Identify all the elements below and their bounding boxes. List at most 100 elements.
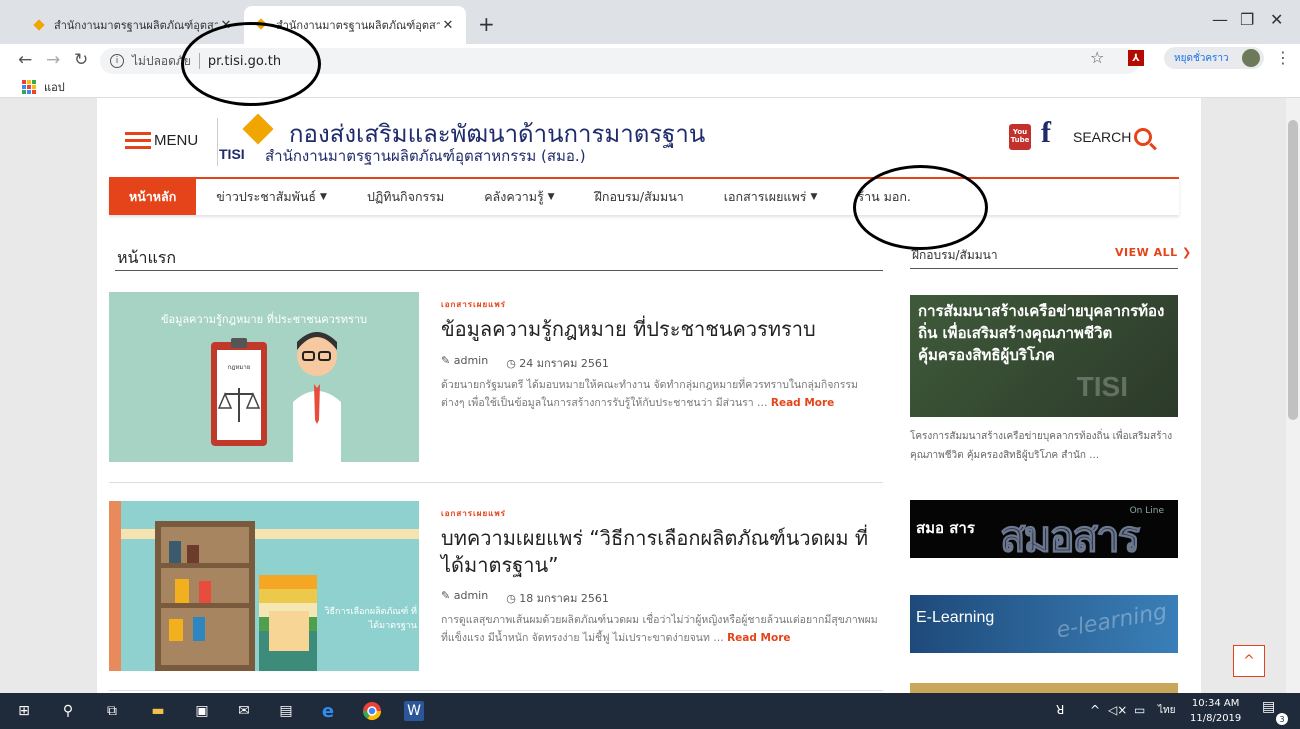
view-all-link[interactable]: VIEW ALL ❯ [1115,246,1192,259]
thumbnail-caption: วิธีการเลือกผลิตภัณฑ์ ที่ได้มาตรฐาน [324,607,417,632]
post-category[interactable]: เอกสารเผยแพร่ [441,298,506,311]
youtube-icon[interactable]: You Tube [1009,124,1031,150]
annotation-circle [853,165,988,250]
new-tab-button[interactable]: + [478,12,495,36]
back-icon[interactable]: ← [18,50,32,70]
nav-documents[interactable]: เอกสารเผยแพร่ ▼ [704,179,838,215]
clipboard-person-illustration [211,332,341,462]
restore-icon[interactable]: ❐ [1240,10,1254,29]
windows-taskbar: ⊞ ⚲ ⧉ ▬ ▣ ✉ ▤ e W ꓤ ^ ◁× ▭ ไทย 10:34 AM … [0,693,1300,729]
featured-training-card[interactable]: การสัมมนาสร้างเครือข่ายบุคลากรท้องถิ่น เ… [910,295,1178,417]
sidebar-underline [910,268,1178,269]
search-icon[interactable]: ⚲ [58,701,78,721]
site-container: MENU กองส่งเสริมและพัฒนาด้านการมาตรฐาน T… [97,98,1265,693]
store-icon[interactable]: ▣ [192,701,212,721]
nav-news[interactable]: ข่าวประชาสัมพันธ์ ▼ [196,179,347,215]
facebook-icon[interactable]: f [1041,116,1051,150]
reload-icon[interactable]: ↻ [74,50,88,70]
post-date: ◷ 24 มกราคม 2561 [506,357,609,370]
clipboard-label: กฎหมาย [227,364,251,371]
menu-button[interactable]: MENU [125,128,198,153]
page-viewport: MENU กองส่งเสริมและพัฒนาด้านการมาตรฐาน T… [0,98,1300,693]
apps-grid-icon[interactable] [22,79,36,94]
nav-knowledge[interactable]: คลังความรู้ ▼ [464,179,574,215]
back-to-top-button[interactable]: ^ [1233,645,1265,677]
section-title: หน้าแรก [117,248,177,267]
sidebar-banner[interactable] [910,683,1178,693]
logo-tisi-text: TISI [219,146,245,162]
tray-expand-icon[interactable]: ^ [1090,703,1100,717]
chevron-up-icon: ^ [1243,653,1255,669]
volume-muted-icon[interactable]: ◁× [1108,703,1127,717]
post-author[interactable]: ✎ admin [441,589,488,607]
shelf-products-illustration [109,501,419,671]
app-icon[interactable]: ▤ [276,701,296,721]
annotation-circle [181,22,321,106]
featured-watermark: TISI [1076,371,1128,402]
caret-down-icon: ▼ [547,192,555,202]
notification-count: 3 [1276,713,1288,725]
clock-date: 11/8/2019 [1190,713,1242,724]
edge-icon[interactable]: e [318,701,338,722]
read-more-link[interactable]: Read More [727,632,790,644]
post-category[interactable]: เอกสารเผยแพร่ [441,507,506,520]
profile-button[interactable]: หยุดชั่วคราว [1164,47,1264,69]
network-icon[interactable]: ▭ [1134,703,1145,717]
chevron-right-icon: ❯ [1181,246,1192,259]
file-explorer-icon[interactable]: ▬ [148,701,168,721]
clock-icon: ◷ [506,357,520,370]
tab-title: สำนักงานมาตรฐานผลิตภัณฑ์อุตสาหกรรม [54,19,218,32]
minimize-icon[interactable]: — [1212,10,1228,29]
profile-label: หยุดชั่วคราว [1174,52,1229,64]
clock-time: 10:34 AM [1191,698,1240,709]
pdf-extension-icon[interactable]: ⅄ [1128,50,1144,66]
header-divider [217,118,218,166]
banner-watermark: e-learning [1055,599,1170,644]
nav-home[interactable]: หน้าหลัก [109,179,197,215]
nav-training[interactable]: ฝึกอบรม/สัมมนา [575,179,704,215]
caret-down-icon: ▼ [810,192,818,202]
read-more-link[interactable]: Read More [771,397,834,409]
post-meta: ✎ admin ◷ 18 มกราคม 2561 [441,589,609,607]
edit-icon: ✎ [441,354,454,367]
windows-start-icon[interactable]: ⊞ [14,701,34,721]
window-close-icon[interactable]: ✕ [1270,10,1283,29]
samor-san-banner[interactable]: สมอสาร สมอ สาร On Line [910,500,1178,558]
tisi-favicon-icon [33,19,45,31]
post-thumbnail[interactable]: ข้อมูลความรู้กฎหมาย ที่ประชาชนควรทราบ กฎ… [109,292,419,462]
nav-activities[interactable]: ปฏิทินกิจกรรม [347,179,464,215]
system-clock[interactable]: 10:34 AM 11/8/2019 [1190,696,1241,726]
post-thumbnail[interactable]: วิธีการเลือกผลิตภัณฑ์ ที่ได้มาตรฐาน [109,501,419,671]
tisi-logo-icon [242,113,274,145]
tab-title: สำนักงานมาตรฐานผลิตภัณฑ์อุตสาหกรรม [276,19,440,32]
post-title[interactable]: บทความเผยแพร่ “วิธีการเลือกผลิตภัณฑ์นวดผ… [441,525,891,579]
people-icon[interactable]: ꓤ [1056,703,1064,717]
search-button[interactable]: SEARCH [1073,128,1153,146]
clock-icon: ◷ [506,592,520,605]
post-date: ◷ 18 มกราคม 2561 [506,592,609,605]
tab-close-icon[interactable]: ✕ [440,18,456,33]
post-meta: ✎ admin ◷ 24 มกราคม 2561 [441,354,609,372]
post-author[interactable]: ✎ admin [441,354,488,372]
post-excerpt: ด้วยนายกรัฐมนตรี ได้มอบหมายให้คณะทำงาน จ… [441,379,858,410]
mail-icon[interactable]: ✉ [234,701,254,721]
apps-bookmark[interactable]: แอป [44,78,65,96]
forward-icon[interactable]: → [46,50,60,70]
search-label: SEARCH [1073,129,1132,145]
notification-center-icon[interactable]: ▤ 3 [1262,699,1288,725]
bookmark-star-icon[interactable]: ☆ [1090,48,1104,67]
word-icon[interactable]: W [404,701,424,721]
scrollbar-thumb[interactable] [1288,120,1298,420]
task-view-icon[interactable]: ⧉ [102,701,122,721]
main-nav: หน้าหลัก ข่าวประชาสัมพันธ์ ▼ ปฏิทินกิจกรร… [109,177,1179,215]
post-title[interactable]: ข้อมูลความรู้กฎหมาย ที่ประชาชนควรทราบ [441,316,891,343]
page-scrollbar[interactable] [1286,98,1300,693]
language-indicator[interactable]: ไทย [1158,703,1175,718]
more-menu-icon[interactable]: ⋮ [1275,48,1291,67]
post-divider [109,690,883,691]
info-icon[interactable]: i [110,54,124,68]
chrome-icon[interactable] [362,701,382,721]
e-learning-banner[interactable]: e-learning E-Learning [910,595,1178,653]
hamburger-icon [125,128,151,153]
site-subtitle: สำนักงานมาตรฐานผลิตภัณฑ์อุตสาหกรรม (สมอ.… [265,147,586,165]
